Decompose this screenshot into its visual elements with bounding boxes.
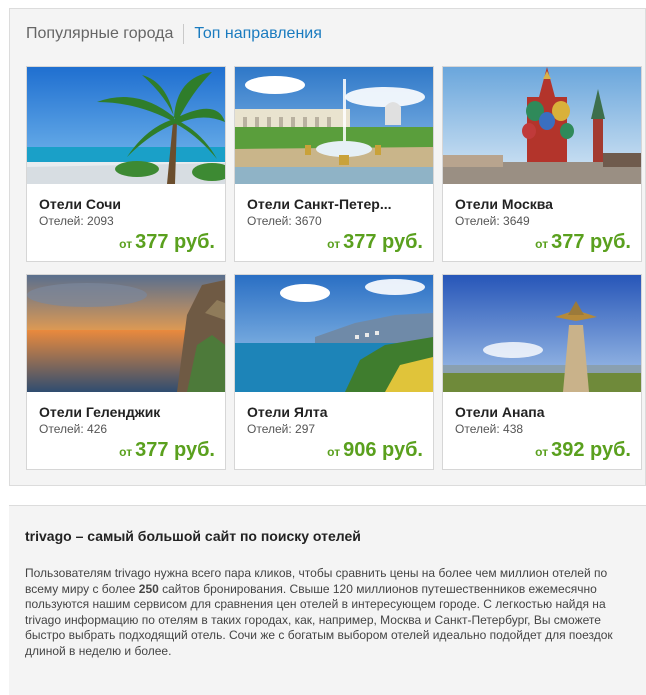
tabs: Популярные города Топ направления	[26, 23, 322, 45]
price-from: от 906 руб.	[327, 439, 423, 461]
tab-popular-cities[interactable]: Популярные города	[26, 25, 173, 43]
city-card-moscow[interactable]: Отели Москва Отелей: 3649 от 377 руб.	[442, 66, 642, 262]
hotel-count: Отелей: 3649	[455, 214, 530, 228]
price-from: от 377 руб.	[119, 231, 215, 253]
city-photo-anapa	[443, 275, 641, 392]
hotel-count: Отелей: 2093	[39, 214, 114, 228]
hotel-count: Отелей: 3670	[247, 214, 322, 228]
city-card-saint-petersburg[interactable]: Отели Санкт-Петер... Отелей: 3670 от 377 …	[234, 66, 434, 262]
city-name: Отели Ялта	[247, 404, 328, 420]
price-from: от 377 руб.	[327, 231, 423, 253]
city-name: Отели Сочи	[39, 196, 121, 212]
popular-cities-panel: Популярные города Топ направления Отели …	[9, 8, 646, 486]
hotel-count: Отелей: 438	[455, 422, 524, 436]
tab-top-destinations[interactable]: Топ направления	[194, 25, 322, 43]
city-photo-gelendzhik	[27, 275, 225, 392]
city-name: Отели Санкт-Петер...	[247, 196, 392, 212]
about-title: trivago – самый большой сайт по поиску о…	[25, 528, 361, 544]
city-name: Отели Анапа	[455, 404, 545, 420]
city-name: Отели Москва	[455, 196, 553, 212]
city-card-yalta[interactable]: Отели Ялта Отелей: 297 от 906 руб.	[234, 274, 434, 470]
about-text: Пользователям trivago нужна всего пара к…	[25, 566, 613, 658]
hotel-count: Отелей: 426	[39, 422, 108, 436]
city-photo-yalta	[235, 275, 433, 392]
city-photo-saint-petersburg	[235, 67, 433, 184]
price-from: от 392 руб.	[535, 439, 631, 461]
city-photo-moscow	[443, 67, 641, 184]
price-from: от 377 руб.	[119, 439, 215, 461]
hotel-count: Отелей: 297	[247, 422, 316, 436]
city-photo-sochi	[27, 67, 225, 184]
city-name: Отели Геленджик	[39, 404, 161, 420]
city-card-gelendzhik[interactable]: Отели Геленджик Отелей: 426 от 377 руб.	[26, 274, 226, 470]
price-from: от 377 руб.	[535, 231, 631, 253]
about-trivago-section: trivago – самый большой сайт по поиску о…	[9, 505, 646, 695]
city-card-anapa[interactable]: Отели Анапа Отелей: 438 от 392 руб.	[442, 274, 642, 470]
city-card-sochi[interactable]: Отели Сочи Отелей: 2093 от 377 руб.	[26, 66, 226, 262]
tab-divider	[183, 24, 185, 44]
